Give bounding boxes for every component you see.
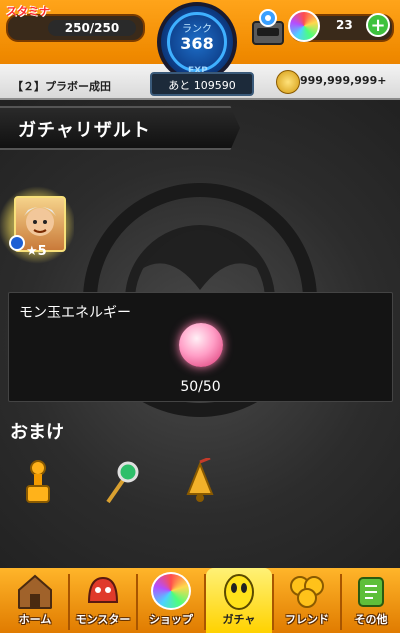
- energy-value: 50/50: [180, 379, 221, 395]
- bottom-nav: ホーム モンスター ショップ ガチャ フレンド その他: [0, 568, 400, 633]
- energy-title: モン玉エネルギー: [19, 305, 131, 321]
- bonus-title: おまけ: [10, 422, 64, 443]
- nav-label: モンスター: [75, 613, 131, 626]
- gacha-egg-icon: [224, 574, 254, 610]
- page-title: ガチャリザルト: [18, 120, 151, 141]
- nav-home[interactable]: ホーム: [2, 568, 68, 633]
- element-water-icon: [9, 235, 25, 251]
- bell-item-icon[interactable]: [180, 458, 220, 508]
- nav-label: ガチャ: [222, 613, 256, 626]
- nav-label: ショップ: [149, 613, 193, 626]
- gold-amount: 999,999,999+: [300, 74, 387, 87]
- rank-label: ランク: [182, 24, 212, 35]
- trophy-item-icon[interactable]: [18, 458, 58, 508]
- exp-box: あと 109590: [150, 72, 254, 96]
- rarity-stars: ★5: [26, 244, 47, 259]
- stamina-label: スタミナ: [6, 5, 50, 18]
- balloon-icon: [290, 576, 324, 608]
- wand-item-icon[interactable]: [100, 458, 140, 508]
- title-banner: ガチャリザルト: [0, 106, 240, 150]
- nav-shop[interactable]: ショップ: [138, 568, 204, 633]
- nav-label: ホーム: [18, 613, 52, 626]
- nav-gacha[interactable]: ガチャ: [206, 568, 272, 633]
- orb-count: 23: [336, 18, 353, 32]
- monball-icon: [179, 323, 223, 367]
- monster-icon: [87, 576, 119, 603]
- gift-box-icon[interactable]: [250, 8, 286, 48]
- stamina-value: 250/250: [64, 21, 120, 35]
- rainbow-orb-icon: [151, 572, 191, 610]
- nav-friend[interactable]: フレンド: [274, 568, 340, 633]
- rainbow-orb-icon: [288, 10, 320, 42]
- exp-remaining: あと 109590: [168, 79, 236, 92]
- nav-monster[interactable]: モンスター: [70, 568, 136, 633]
- add-orb-button[interactable]: +: [366, 13, 390, 37]
- nav-label: フレンド: [285, 613, 329, 626]
- rank-value: 368: [180, 34, 214, 53]
- house-icon: [18, 574, 52, 609]
- stage-label: 【２】プラボー成田: [12, 80, 111, 93]
- gold-coin-icon: [276, 70, 300, 94]
- nav-other[interactable]: その他: [342, 568, 400, 633]
- monster-card[interactable]: ★5: [0, 186, 74, 264]
- monball-energy-panel: モン玉エネルギー 50/50: [8, 292, 393, 402]
- other-icon: [358, 577, 384, 607]
- nav-label: その他: [354, 613, 388, 626]
